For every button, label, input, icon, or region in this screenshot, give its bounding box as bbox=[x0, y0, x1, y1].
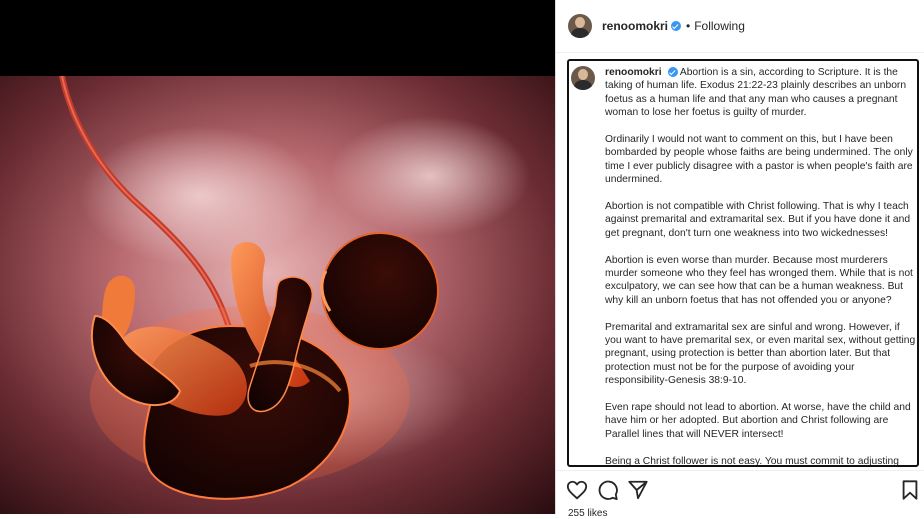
caption-paragraph: Abortion is even worse than murder. Beca… bbox=[605, 254, 913, 306]
share-icon[interactable] bbox=[627, 479, 649, 501]
caption-text: renoomokri Abortion is a sin, according … bbox=[605, 66, 917, 467]
caption-paragraph: Being a Christ follower is not easy. You… bbox=[605, 455, 899, 467]
comment-icon[interactable] bbox=[597, 479, 619, 501]
foetus-illustration bbox=[0, 76, 555, 514]
caption-avatar[interactable] bbox=[571, 66, 595, 90]
heart-icon[interactable] bbox=[566, 479, 588, 501]
media-letterbox bbox=[0, 0, 555, 76]
avatar[interactable] bbox=[568, 14, 592, 38]
caption-paragraph: Ordinarily I would not want to comment o… bbox=[605, 134, 913, 186]
caption-verified-badge-icon bbox=[667, 67, 678, 78]
caption-paragraph: renoomokri Abortion is a sin, according … bbox=[605, 66, 917, 120]
post-image[interactable] bbox=[0, 76, 555, 514]
caption-paragraph: Even rape should not lead to abortion. A… bbox=[605, 402, 911, 440]
action-bar bbox=[556, 470, 924, 507]
following-button[interactable]: Following bbox=[694, 19, 745, 33]
caption-username-link[interactable]: renoomokri bbox=[605, 67, 662, 78]
post-side-panel: renoomokri • Following renoomokri Aborti… bbox=[556, 0, 924, 519]
post-media bbox=[0, 0, 555, 514]
separator-dot: • bbox=[686, 19, 691, 33]
post-header: renoomokri • Following bbox=[556, 0, 924, 53]
username-link[interactable]: renoomokri bbox=[602, 19, 668, 33]
bookmark-icon[interactable] bbox=[899, 479, 921, 501]
caption-paragraph: Premarital and extramarital sex are sinf… bbox=[605, 321, 916, 387]
caption-paragraph: Abortion is not compatible with Christ f… bbox=[605, 201, 911, 239]
verified-badge-icon bbox=[671, 21, 682, 31]
caption-scroll-area[interactable]: renoomokri Abortion is a sin, according … bbox=[567, 59, 919, 467]
